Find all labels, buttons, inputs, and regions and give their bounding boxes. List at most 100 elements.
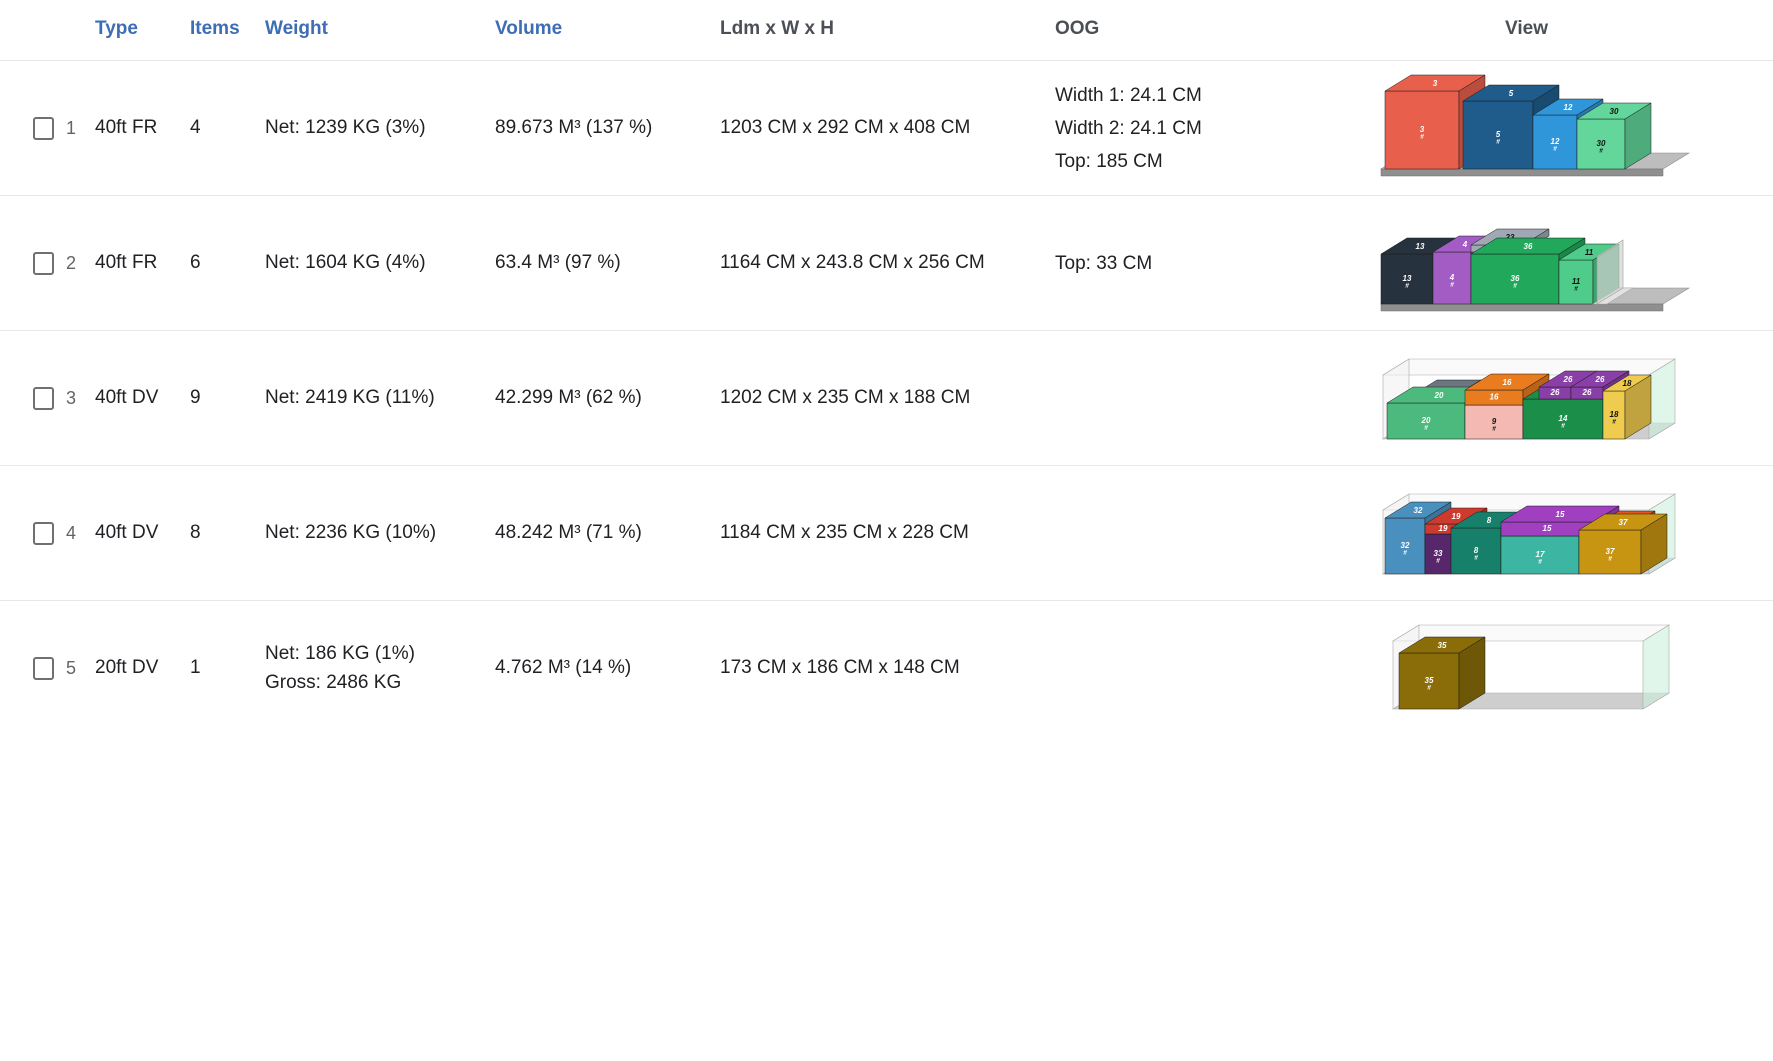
column-header-oog: OOG <box>1055 0 1280 61</box>
svg-text:3: 3 <box>1432 79 1437 88</box>
row-number: 5 <box>66 658 76 679</box>
column-header-items[interactable]: Items <box>190 0 265 61</box>
column-header-volume[interactable]: Volume <box>495 0 720 61</box>
svg-text:13: 13 <box>1415 242 1424 251</box>
svg-text:37: 37 <box>1618 518 1627 527</box>
cell-type: 20ft DV <box>95 601 190 736</box>
cell-view[interactable]: 3535ff <box>1280 601 1773 736</box>
cell-view[interactable]: 3232ff3333ff191988ff1717ff15153737ff <box>1280 466 1773 601</box>
row-select-checkbox[interactable] <box>33 522 54 545</box>
cell-dimensions: 1184 CM x 235 CM x 228 CM <box>720 466 1055 601</box>
svg-text:12: 12 <box>1563 103 1572 112</box>
cell-type: 40ft FR <box>95 196 190 331</box>
svg-text:4: 4 <box>1461 240 1467 249</box>
cell-select: 2 <box>0 196 95 331</box>
cell-items: 4 <box>190 61 265 196</box>
svg-text:19: 19 <box>1451 512 1460 521</box>
cell-oog: Width 1: 24.1 CMWidth 2: 24.1 CMTop: 185… <box>1055 61 1280 196</box>
svg-text:20: 20 <box>1420 416 1430 425</box>
row-select-checkbox[interactable] <box>33 252 54 275</box>
oog-line: Width 1: 24.1 CM <box>1055 79 1280 112</box>
svg-text:30: 30 <box>1609 107 1618 116</box>
cell-weight: Net: 1604 KG (4%) <box>265 196 495 331</box>
cell-weight: Net: 2236 KG (10%) <box>265 466 495 601</box>
container-3d-view[interactable]: 3535ff <box>1367 609 1687 727</box>
svg-text:17: 17 <box>1535 550 1544 559</box>
cell-view[interactable]: 1313ff44ff23233636ff1111ff <box>1280 196 1773 331</box>
table-row[interactable]: 1 40ft FR 4 Net: 1239 KG (3%) 89.673 M³ … <box>0 61 1773 196</box>
svg-text:11: 11 <box>1584 248 1593 257</box>
oog-line: Width 2: 24.1 CM <box>1055 112 1280 145</box>
table-body: 1 40ft FR 4 Net: 1239 KG (3%) 89.673 M³ … <box>0 61 1773 736</box>
cell-select: 3 <box>0 331 95 466</box>
table-row[interactable]: 5 20ft DV 1 Net: 186 KG (1%)Gross: 2486 … <box>0 601 1773 736</box>
container-3d-view[interactable]: 2020ff99ff16161414ff262626261818ff <box>1367 339 1687 457</box>
svg-text:14: 14 <box>1558 414 1567 423</box>
svg-text:35: 35 <box>1437 641 1446 650</box>
row-select-checkbox[interactable] <box>33 387 54 410</box>
cell-dimensions: 173 CM x 186 CM x 148 CM <box>720 601 1055 736</box>
row-number: 2 <box>66 253 76 274</box>
table-row[interactable]: 2 40ft FR 6 Net: 1604 KG (4%) 63.4 M³ (9… <box>0 196 1773 331</box>
svg-text:8: 8 <box>1486 516 1491 525</box>
oog-line: Top: 185 CM <box>1055 145 1280 178</box>
svg-text:19: 19 <box>1438 524 1447 533</box>
row-number: 4 <box>66 523 76 544</box>
svg-text:26: 26 <box>1581 388 1591 397</box>
svg-text:32: 32 <box>1400 541 1409 550</box>
svg-text:15: 15 <box>1542 524 1551 533</box>
svg-text:11: 11 <box>1571 277 1580 286</box>
cell-oog <box>1055 331 1280 466</box>
container-3d-view[interactable]: 33ff55ff1212ff3030ff <box>1367 69 1687 187</box>
cell-items: 1 <box>190 601 265 736</box>
weight-net: Net: 1604 KG (4%) <box>265 248 495 277</box>
svg-text:26: 26 <box>1562 375 1572 384</box>
cell-weight: Net: 186 KG (1%)Gross: 2486 KG <box>265 601 495 736</box>
table-row[interactable]: 4 40ft DV 8 Net: 2236 KG (10%) 48.242 M³… <box>0 466 1773 601</box>
weight-net: Net: 2236 KG (10%) <box>265 518 495 547</box>
svg-text:32: 32 <box>1413 506 1422 515</box>
cell-view[interactable]: 33ff55ff1212ff3030ff <box>1280 61 1773 196</box>
cell-view[interactable]: 2020ff99ff16161414ff262626261818ff <box>1280 331 1773 466</box>
svg-text:26: 26 <box>1549 388 1559 397</box>
weight-net: Net: 2419 KG (11%) <box>265 383 495 412</box>
svg-text:4: 4 <box>1448 273 1454 282</box>
row-number: 1 <box>66 118 76 139</box>
cell-oog: Top: 33 CM <box>1055 196 1280 331</box>
cell-items: 9 <box>190 331 265 466</box>
svg-text:36: 36 <box>1523 242 1532 251</box>
table-row[interactable]: 3 40ft DV 9 Net: 2419 KG (11%) 42.299 M³… <box>0 331 1773 466</box>
cell-volume: 48.242 M³ (71 %) <box>495 466 720 601</box>
svg-text:8: 8 <box>1473 546 1478 555</box>
oog-line: Top: 33 CM <box>1055 247 1280 280</box>
column-header-type[interactable]: Type <box>95 0 190 61</box>
header-row: Type Items Weight Volume Ldm x W x H OOG… <box>0 0 1773 61</box>
cell-oog <box>1055 466 1280 601</box>
weight-net: Net: 1239 KG (3%) <box>265 113 495 142</box>
svg-text:3: 3 <box>1419 125 1424 134</box>
svg-text:33: 33 <box>1433 549 1442 558</box>
weight-gross: Gross: 2486 KG <box>265 668 495 697</box>
svg-text:9: 9 <box>1491 417 1496 426</box>
row-select-checkbox[interactable] <box>33 657 54 680</box>
cell-weight: Net: 2419 KG (11%) <box>265 331 495 466</box>
container-list-panel: Type Items Weight Volume Ldm x W x H OOG… <box>0 0 1773 735</box>
svg-text:30: 30 <box>1596 139 1605 148</box>
row-select-checkbox[interactable] <box>33 117 54 140</box>
svg-text:5: 5 <box>1508 89 1513 98</box>
cell-type: 40ft FR <box>95 61 190 196</box>
svg-text:15: 15 <box>1555 510 1564 519</box>
row-number: 3 <box>66 388 76 409</box>
cell-select: 5 <box>0 601 95 736</box>
svg-text:18: 18 <box>1609 410 1618 419</box>
container-3d-view[interactable]: 3232ff3333ff191988ff1717ff15153737ff <box>1367 474 1687 592</box>
container-3d-view[interactable]: 1313ff44ff23233636ff1111ff <box>1367 204 1687 322</box>
cell-oog <box>1055 601 1280 736</box>
column-header-weight[interactable]: Weight <box>265 0 495 61</box>
svg-text:36: 36 <box>1510 274 1519 283</box>
svg-text:16: 16 <box>1489 393 1498 402</box>
cell-volume: 42.299 M³ (62 %) <box>495 331 720 466</box>
svg-text:35: 35 <box>1424 676 1433 685</box>
cell-volume: 4.762 M³ (14 %) <box>495 601 720 736</box>
svg-text:16: 16 <box>1502 378 1511 387</box>
